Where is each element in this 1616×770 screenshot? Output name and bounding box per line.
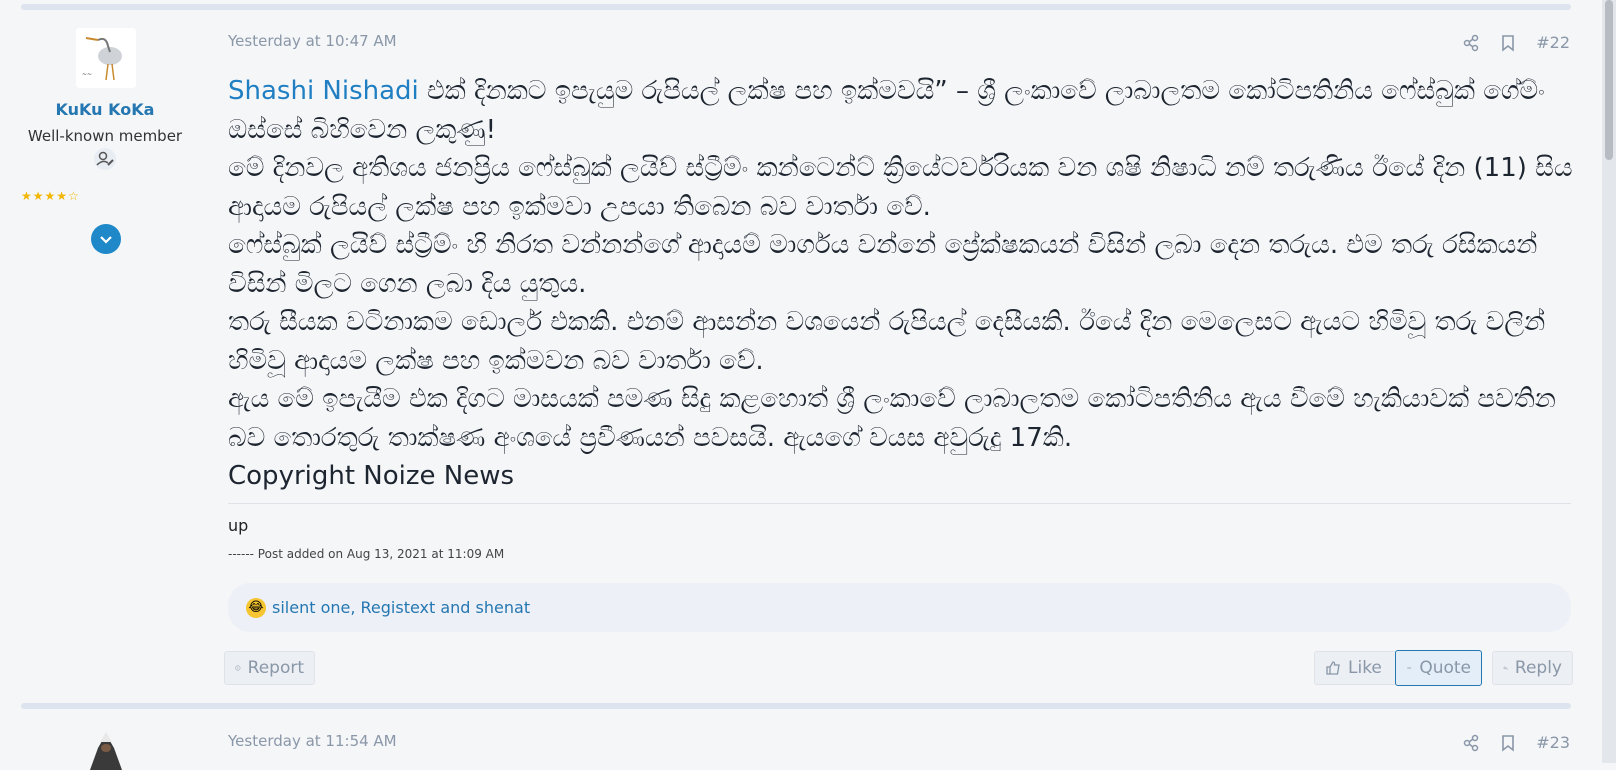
post-body: Shashi Nishadi එක් දිනකට ඉපැයුම රුපියල් … (228, 72, 1578, 496)
post-number-link[interactable]: #23 (1536, 733, 1570, 752)
bookmark-icon[interactable] (1500, 734, 1516, 752)
reply-button[interactable]: Reply (1492, 651, 1573, 685)
laugh-emoji-icon[interactable]: 😂 (246, 597, 266, 618)
report-button[interactable]: Report (224, 651, 315, 685)
report-label: Report (247, 658, 304, 678)
post-separator-top (21, 4, 1571, 10)
reaction-users-link[interactable]: silent one, Registext and shenat (272, 598, 530, 617)
share-icon[interactable] (1462, 34, 1480, 52)
user-badge-icon (93, 148, 117, 170)
post-timestamp[interactable]: Yesterday at 10:47 AM (228, 32, 397, 50)
reply-label: Reply (1514, 658, 1562, 678)
avatar-hooded-image (90, 732, 122, 770)
post-number-link[interactable]: #22 (1536, 33, 1570, 52)
quote-label: Quote (1419, 658, 1471, 678)
post-extra-text: up (228, 516, 249, 535)
share-icon[interactable] (1462, 734, 1480, 752)
expand-user-info-button[interactable] (91, 224, 121, 254)
post-paragraph: ෆේස්බුක් ලයිව් ස්ට්‍රීම්ං හි නිරත වන්නන්… (228, 230, 1538, 299)
post-added-note: ------ Post added on Aug 13, 2021 at 11:… (228, 547, 505, 561)
scrollbar-thumb[interactable] (1605, 0, 1613, 160)
author-title: Well-known member (27, 127, 183, 145)
post-actions: #22 (1462, 33, 1570, 52)
quote-icon (1407, 667, 1412, 669)
report-icon (235, 665, 241, 671)
post-actions: #23 (1462, 733, 1570, 752)
quote-button[interactable]: Quote (1395, 650, 1482, 686)
page-scrollbar[interactable] (1602, 0, 1616, 763)
avatar-bird-image: ~~ (76, 28, 136, 88)
chevron-down-icon (100, 236, 112, 244)
post-paragraph: Copyright Noize News (228, 461, 515, 491)
post-paragraph: Shashi Nishadi එක් දිනකට ඉපැයුම රුපියල් … (228, 76, 1545, 145)
user-mention-link[interactable]: Shashi Nishadi (228, 76, 419, 106)
post-timestamp[interactable]: Yesterday at 11:54 AM (228, 732, 397, 750)
reactions-bar: 😂 silent one, Registext and shenat (228, 583, 1571, 632)
bookmark-icon[interactable] (1500, 34, 1516, 52)
like-label: Like (1348, 658, 1382, 678)
like-button[interactable]: Like (1314, 651, 1399, 685)
avatar[interactable]: ~~ (76, 28, 136, 88)
post-paragraph: තරු සීයක වටිනාකම ඩොලර් එකකි. එනම් ආසන්න … (228, 307, 1546, 376)
post-separator (21, 703, 1571, 709)
like-icon (1326, 661, 1340, 675)
reply-icon (1503, 665, 1508, 671)
post-paragraph: මේ දිනවල අතිශය ජනප්‍රිය ෆේස්බුක් ලයිව් ස… (228, 153, 1573, 222)
post-divider (228, 503, 1571, 504)
avatar[interactable] (76, 730, 136, 770)
post-paragraph: ඇය මේ ඉපැයීම එක දිගට මාසයක් පමණ සිදු කළහ… (228, 384, 1556, 453)
author-name[interactable]: KuKu KoKa (0, 100, 210, 119)
svg-text:~~: ~~ (82, 71, 92, 78)
rating-stars: ★★★★☆ (21, 189, 80, 203)
